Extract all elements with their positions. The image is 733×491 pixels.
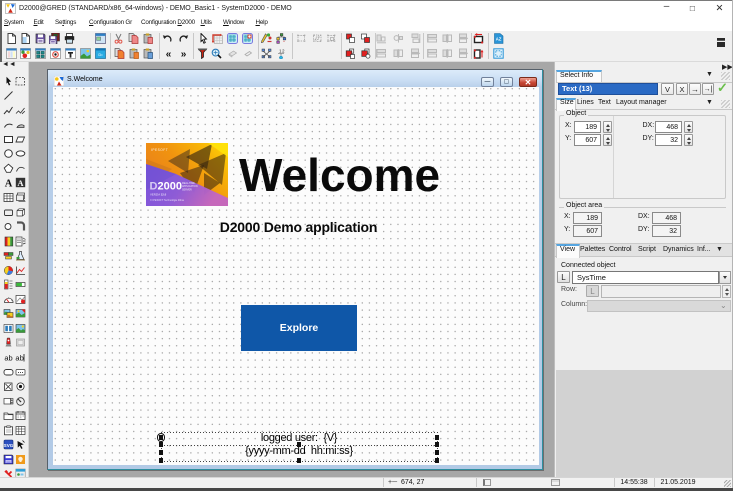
svg-text:© IPESOFT Technológie Žilina: © IPESOFT Technológie Žilina: [150, 199, 184, 202]
svg-text:«: «: [165, 49, 171, 59]
svg-text:IPESOFT: IPESOFT: [151, 148, 168, 152]
svg-text:AZ: AZ: [495, 37, 501, 42]
svg-text:2: 2: [282, 48, 285, 53]
svg-text:ab: ab: [15, 353, 23, 362]
svg-text:D: D: [150, 180, 158, 192]
svg-text:SERVER: SERVER: [182, 188, 192, 191]
svg-text:ab: ab: [4, 353, 12, 362]
svg-text:D•: D•: [98, 52, 103, 57]
svg-text:2000: 2000: [158, 180, 182, 192]
svg-text:VERZIA 12.0: VERZIA 12.0: [150, 192, 167, 196]
svg-text:A: A: [17, 178, 24, 188]
svg-text:A: A: [5, 179, 13, 189]
svg-text:SVG: SVG: [4, 443, 14, 448]
svg-text:»: »: [180, 49, 186, 59]
